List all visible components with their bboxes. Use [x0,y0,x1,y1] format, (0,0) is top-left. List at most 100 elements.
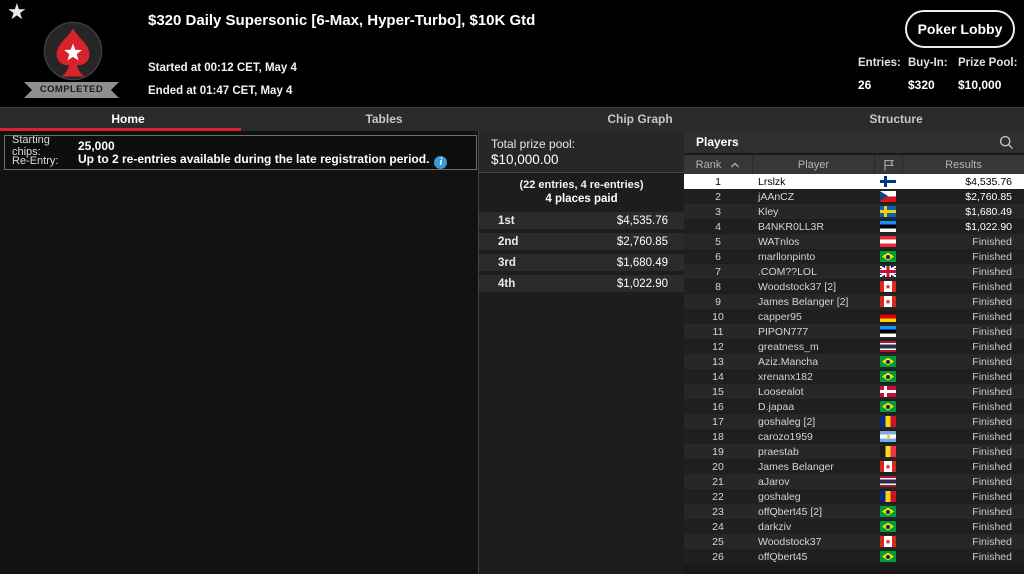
tab-structure[interactable]: Structure [768,108,1024,131]
player-flag [874,176,902,187]
player-flag [874,416,902,427]
player-row[interactable]: 26 offQbert45 Finished [684,549,1024,564]
tab-bar: Home Tables Chip Graph Structure [0,107,1024,131]
prize-panel: Total prize pool: $10,000.00 (22 entries… [479,131,684,574]
thailand-flag-icon [880,341,896,352]
player-row[interactable]: 24 darkziv Finished [684,519,1024,534]
player-row[interactable]: 4 B4NKR0LL3R $1,022.90 [684,219,1024,234]
player-rank: 10 [712,310,724,323]
player-row[interactable]: 18 carozo1959 Finished [684,429,1024,444]
starting-chips-value: 25,000 [78,138,115,153]
player-result: Finished [972,490,1012,503]
player-row[interactable]: 5 WATnlos Finished [684,234,1024,249]
player-name: greatness_m [758,340,819,353]
player-row[interactable]: 14 xrenanx182 Finished [684,369,1024,384]
buyin-value: $320 [908,78,935,92]
pokerstars-logo-icon [43,21,103,81]
player-row[interactable]: 17 goshaleg [2] Finished [684,414,1024,429]
tab-chip-graph[interactable]: Chip Graph [512,108,768,131]
player-result: Finished [972,235,1012,248]
player-rank: 4 [715,220,721,233]
brazil-flag-icon [880,551,896,562]
player-rank: 3 [715,205,721,218]
player-result: $4,535.76 [965,175,1012,188]
player-name: .COM??LOL [758,265,817,278]
prizepool-label: Prize Pool: [958,57,1018,69]
payout-place: 2nd [498,235,519,248]
player-result: Finished [972,445,1012,458]
player-result: Finished [972,250,1012,263]
player-row[interactable]: 7 .COM??LOL Finished [684,264,1024,279]
column-results[interactable]: Results [902,155,1024,174]
player-flag [874,221,902,232]
entries-stat: Entries: 26 [858,57,901,92]
thailand-flag-icon [880,476,896,487]
prizepool-value: $10,000 [958,78,1002,92]
player-name: Aziz.Mancha [758,355,819,368]
tab-home[interactable]: Home [0,108,256,131]
player-row[interactable]: 6 marllonpinto Finished [684,249,1024,264]
player-flag [874,476,902,487]
column-rank[interactable]: Rank [684,155,752,174]
brazil-flag-icon [880,251,896,262]
player-row[interactable]: 15 Loosealot Finished [684,384,1024,399]
player-result: Finished [972,475,1012,488]
search-icon[interactable] [999,134,1015,150]
players-title: Players [696,135,739,149]
player-rank: 14 [712,370,724,383]
player-flag [874,251,902,262]
player-rank: 5 [715,235,721,248]
player-rank: 12 [712,340,724,353]
player-row[interactable]: 12 greatness_m Finished [684,339,1024,354]
sort-ascending-icon [731,162,740,167]
player-row[interactable]: 22 goshaleg Finished [684,489,1024,504]
player-row[interactable]: 10 capper95 Finished [684,309,1024,324]
player-result: Finished [972,295,1012,308]
canada-flag-icon [880,281,896,292]
player-row[interactable]: 19 praestab Finished [684,444,1024,459]
places-paid: 4 places paid [545,193,618,205]
player-row[interactable]: 20 James Belanger Finished [684,459,1024,474]
player-row[interactable]: 23 offQbert45 [2] Finished [684,504,1024,519]
brazil-flag-icon [880,371,896,382]
player-result: Finished [972,535,1012,548]
player-row[interactable]: 13 Aziz.Mancha Finished [684,354,1024,369]
player-rank: 6 [715,250,721,263]
brazil-flag-icon [880,401,896,412]
player-name: Loosealot [758,385,804,398]
player-name: xrenanx182 [758,370,813,383]
player-result: Finished [972,415,1012,428]
tab-tables[interactable]: Tables [256,108,512,131]
entries-label: Entries: [858,57,901,69]
column-player[interactable]: Player [752,155,874,174]
player-row[interactable]: 21 aJarov Finished [684,474,1024,489]
sweden-flag-icon [880,206,896,217]
player-row[interactable]: 8 Woodstock37 [2] Finished [684,279,1024,294]
players-title-bar: Players [684,131,1024,153]
player-result: Finished [972,550,1012,563]
favorite-star-icon[interactable]: ★ [7,0,27,25]
player-rank: 7 [715,265,721,278]
player-row[interactable]: 16 D.japaa Finished [684,399,1024,414]
player-name: Kley [758,205,779,218]
player-row[interactable]: 11 PIPON777 Finished [684,324,1024,339]
player-row[interactable]: 2 jAAnCZ $2,760.85 [684,189,1024,204]
canada-flag-icon [880,461,896,472]
player-row[interactable]: 9 James Belanger [2] Finished [684,294,1024,309]
column-flag[interactable] [874,155,902,174]
player-result: Finished [972,280,1012,293]
payout-row: 3rd $1,680.49 [479,254,684,271]
info-icon[interactable] [434,156,448,169]
player-flag [874,551,902,562]
player-name: goshaleg [2] [758,415,816,428]
tournament-lobby-window: ★ COMPLETED $320 Daily Supersonic [6-Max… [0,0,1024,574]
player-name: Lrslzk [758,175,786,188]
entries-value: 26 [858,78,872,92]
player-flag [874,236,902,247]
poker-lobby-button[interactable]: Poker Lobby [905,10,1015,48]
player-row[interactable]: 3 Kley $1,680.49 [684,204,1024,219]
player-row[interactable]: 25 Woodstock37 Finished [684,534,1024,549]
player-rank: 9 [715,295,721,308]
uk-flag-icon [880,266,896,277]
player-row[interactable]: 1 Lrslzk $4,535.76 [684,174,1024,189]
